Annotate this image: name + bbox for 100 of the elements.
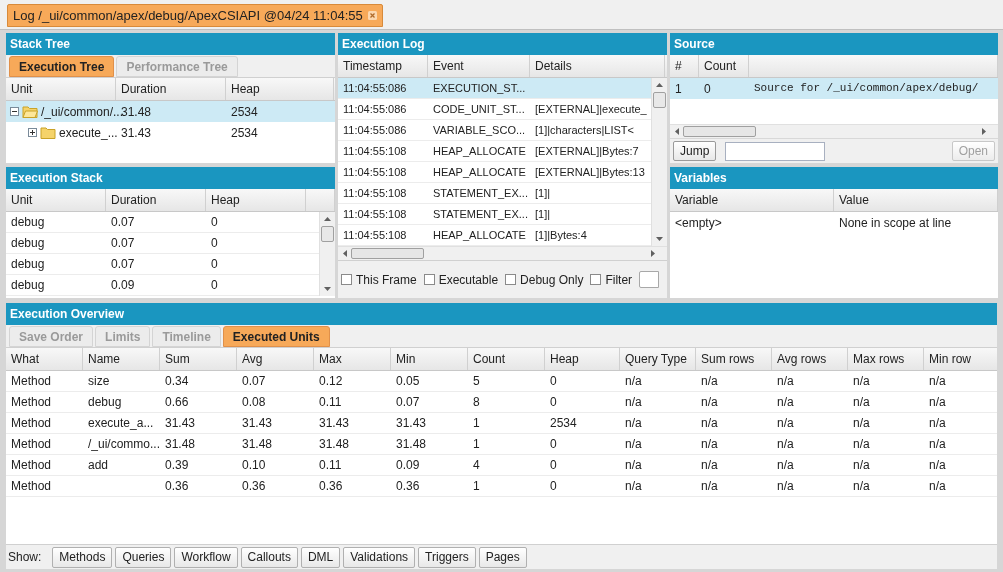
table-cell-text: Method xyxy=(11,373,52,390)
tab[interactable]: Executed Units xyxy=(222,326,330,347)
table-cell-text: n/a xyxy=(701,394,718,411)
column-header[interactable]: Avg rows xyxy=(772,348,848,370)
table-cell-text: 11:04:55:108 xyxy=(343,164,407,180)
column-header[interactable]: Timestamp xyxy=(338,55,428,77)
source-row[interactable]: 1 0 Source for /_ui/common/apex/debug/ xyxy=(670,78,998,99)
horizontal-scrollbar[interactable] xyxy=(670,124,998,138)
table-cell-text: 0 xyxy=(550,436,557,453)
table-cell-text: 31.48 xyxy=(165,436,196,453)
column-header[interactable]: Value xyxy=(834,189,998,211)
scroll-thumb[interactable] xyxy=(321,226,334,242)
column-header[interactable]: Variable xyxy=(670,189,834,211)
collapse-icon[interactable] xyxy=(10,107,19,116)
table-cell-text: 0 xyxy=(550,478,557,495)
table-cell-text: 0.36 xyxy=(319,478,343,495)
column-header[interactable]: Event xyxy=(428,55,530,77)
table-cell-text: n/a xyxy=(777,457,794,474)
column-header[interactable]: Duration xyxy=(116,78,226,100)
column-header[interactable]: Duration xyxy=(106,189,206,211)
vertical-scrollbar[interactable] xyxy=(319,212,335,296)
filter-button[interactable]: Workflow xyxy=(174,546,238,568)
table-cell-text: EXECUTION_ST... xyxy=(433,80,526,96)
close-icon[interactable] xyxy=(367,11,377,20)
table-cell-text: debug xyxy=(11,277,45,294)
column-header[interactable]: # xyxy=(670,55,699,77)
table-cell-text: debug xyxy=(88,394,122,411)
scroll-right-icon[interactable] xyxy=(982,128,986,135)
scroll-right-icon[interactable] xyxy=(651,250,655,257)
filter-checkbox[interactable]: Executable xyxy=(423,270,499,289)
column-header[interactable]: Query Type xyxy=(620,348,696,370)
document-tab[interactable]: Log /_ui/common/apex/debug/ApexCSIAPI @04/24 11:04:55 xyxy=(7,4,383,27)
column-header[interactable]: Details xyxy=(530,55,665,77)
filter-checkbox[interactable]: This Frame xyxy=(341,270,417,289)
table-cell-text: 2534 xyxy=(231,103,258,121)
column-header[interactable]: Unit xyxy=(6,78,116,100)
filter-button[interactable]: Triggers xyxy=(418,546,476,568)
column-header[interactable]: Count xyxy=(699,55,749,77)
column-header[interactable]: Sum xyxy=(160,348,237,370)
table-cell-text: n/a xyxy=(929,394,946,411)
filter-button[interactable]: Callouts xyxy=(240,546,298,568)
scroll-left-icon[interactable] xyxy=(343,250,347,257)
column-header[interactable]: Unit xyxy=(6,189,106,211)
tree-row[interactable]: /_ui/common/...31.48 2534 xyxy=(6,101,335,122)
horizontal-scrollbar[interactable] xyxy=(338,246,667,260)
table-cell-text: [1]| xyxy=(535,185,551,201)
column-header[interactable]: Name xyxy=(83,348,160,370)
scroll-up-icon[interactable] xyxy=(324,217,331,221)
table-cell-text: n/a xyxy=(777,394,794,411)
filter-button[interactable]: DML xyxy=(300,546,341,568)
column-header[interactable]: Heap xyxy=(206,189,306,211)
table-cell-text: size xyxy=(88,373,110,390)
filter-button[interactable]: Validations xyxy=(343,546,416,568)
filter-button[interactable]: Pages xyxy=(478,546,527,568)
open-folder-icon xyxy=(22,105,38,118)
table-cell-text: 1 xyxy=(675,80,682,98)
table-cell-text: 31.43 xyxy=(242,415,273,432)
column-header[interactable]: Max rows xyxy=(848,348,924,370)
column-header[interactable]: Count xyxy=(468,348,545,370)
table-cell-text: 0.12 xyxy=(319,373,343,390)
panel-header: Source xyxy=(670,33,998,55)
column-header[interactable]: Max xyxy=(314,348,391,370)
expand-icon[interactable] xyxy=(28,128,37,137)
table-cell-text: 4 xyxy=(473,457,480,474)
scroll-thumb[interactable] xyxy=(351,248,424,259)
table-cell-text: 0.07 xyxy=(396,394,420,411)
vertical-scrollbar[interactable] xyxy=(651,78,667,246)
column-header[interactable]: Sum rows xyxy=(696,348,772,370)
scroll-left-icon[interactable] xyxy=(675,128,679,135)
filter-button[interactable]: Queries xyxy=(115,546,172,568)
table-cell-text: n/a xyxy=(625,415,642,432)
column-header[interactable]: Heap xyxy=(226,78,334,100)
filter-checkbox[interactable]: Filter xyxy=(590,270,633,289)
scroll-up-icon[interactable] xyxy=(656,83,663,87)
column-header[interactable]: Avg xyxy=(237,348,314,370)
scroll-thumb[interactable] xyxy=(653,92,666,108)
line-input-field[interactable] xyxy=(725,141,826,161)
table-cell-text: add xyxy=(88,457,109,474)
table-cell-text: 0.11 xyxy=(319,457,342,474)
filter-field[interactable] xyxy=(639,271,660,288)
tab[interactable]: Execution Tree xyxy=(9,56,115,77)
table-cell-text: 0 xyxy=(211,256,218,273)
column-header[interactable]: Min xyxy=(391,348,468,370)
table-cell-text: 8 xyxy=(473,394,480,411)
table-cell-text: n/a xyxy=(701,436,718,453)
column-header[interactable]: What xyxy=(6,348,83,370)
filter-checkbox[interactable]: Debug Only xyxy=(505,270,584,289)
table-cell-text: 11:04:55:086 xyxy=(343,122,407,138)
scroll-down-icon[interactable] xyxy=(324,287,331,291)
table-cell-text: n/a xyxy=(929,436,946,453)
jump-button[interactable]: Jump xyxy=(673,141,717,161)
column-header[interactable]: Heap xyxy=(545,348,620,370)
table-cell-text: 11:04:55:086 xyxy=(343,101,407,117)
table-cell-text: execute_a... xyxy=(88,415,154,432)
table-cell-text: 0.36 xyxy=(242,478,266,495)
filter-button[interactable]: Methods xyxy=(52,546,113,568)
scroll-down-icon[interactable] xyxy=(656,237,663,241)
log-row[interactable]: 11:04:55:086 EXECUTION_ST... xyxy=(338,78,651,99)
column-header[interactable]: Min row xyxy=(924,348,997,370)
scroll-thumb[interactable] xyxy=(683,126,756,137)
